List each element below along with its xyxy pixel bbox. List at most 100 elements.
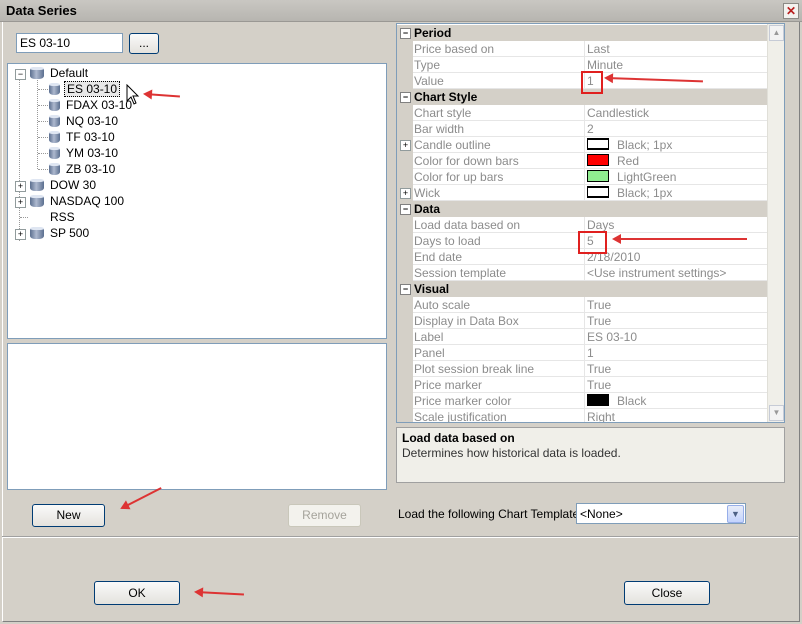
property-value[interactable]: Candlestick [584, 105, 770, 121]
property-row[interactable]: Price based on Last [397, 41, 770, 57]
category-period[interactable]: − Period [397, 25, 767, 41]
tree-node-instrument[interactable]: ES 03-10 [49, 81, 121, 97]
tree-node-label: NQ 03-10 [66, 114, 119, 128]
property-row[interactable]: Auto scale True [397, 297, 770, 313]
property-value[interactable]: Right [584, 409, 770, 422]
ok-button[interactable]: OK [94, 581, 180, 605]
chart-template-select[interactable]: <None> ▼ [576, 503, 746, 524]
swatch-label: Black [617, 394, 647, 408]
property-name: Price marker [413, 377, 584, 393]
property-value[interactable]: Minute [584, 57, 770, 73]
tree-node-instrument[interactable]: FDAX 03-10 [49, 97, 134, 113]
swatch-label: Black; 1px [617, 138, 673, 152]
property-name: Display in Data Box [413, 313, 584, 329]
property-name: Panel [413, 345, 584, 361]
tree-line [38, 105, 48, 106]
property-value[interactable]: Last [584, 41, 770, 57]
collapse-icon[interactable]: − [400, 28, 411, 39]
property-row[interactable]: Price marker True [397, 377, 770, 393]
property-row[interactable]: Display in Data Box True [397, 313, 770, 329]
new-button[interactable]: New [32, 504, 105, 527]
property-row[interactable]: + Wick Black; 1px [397, 185, 770, 201]
property-name: Candle outline [413, 137, 584, 153]
chart-template-value: <None> [580, 507, 623, 521]
tree-node-instrument[interactable]: NQ 03-10 [49, 113, 120, 129]
property-name: Label [413, 329, 584, 345]
property-row[interactable]: Color for down bars Red [397, 153, 770, 169]
database-icon [49, 83, 60, 95]
collapse-icon[interactable]: − [400, 284, 411, 295]
property-value[interactable]: True [584, 377, 770, 393]
series-list[interactable] [7, 343, 387, 490]
property-row[interactable]: Color for up bars LightGreen [397, 169, 770, 185]
tree-node-nasdaq100[interactable]: NASDAQ 100 [30, 193, 126, 209]
tree-node-label: DOW 30 [50, 178, 97, 192]
tree-node-dow30[interactable]: DOW 30 [30, 177, 98, 193]
property-row[interactable]: Chart style Candlestick [397, 105, 770, 121]
close-window-icon[interactable]: ✕ [783, 3, 799, 19]
tree-node-default[interactable]: Default [30, 65, 90, 81]
property-value[interactable]: Days [584, 217, 770, 233]
property-row[interactable]: + Candle outline Black; 1px [397, 137, 770, 153]
property-row[interactable]: Bar width 2 [397, 121, 770, 137]
browse-instrument-button[interactable]: ... [129, 33, 159, 54]
tree-node-instrument[interactable]: ZB 03-10 [49, 161, 117, 177]
property-value[interactable]: 2 [584, 121, 770, 137]
property-value[interactable]: 1 [584, 345, 770, 361]
property-value[interactable]: Black; 1px [584, 137, 770, 153]
property-name: Color for up bars [413, 169, 584, 185]
category-data[interactable]: − Data [397, 201, 767, 217]
property-value[interactable]: Black [584, 393, 770, 409]
tree-line [38, 169, 48, 170]
property-value[interactable]: True [584, 297, 770, 313]
swatch-label: Red [617, 154, 640, 168]
instrument-tree[interactable]: − Default ES 03-10 FDAX 03-10 NQ 03-10 T… [7, 63, 387, 339]
category-title: Visual [414, 282, 450, 296]
category-visual[interactable]: − Visual [397, 281, 767, 297]
property-grid-scrollbar[interactable]: ▲ ▼ [767, 24, 784, 422]
property-value[interactable]: True [584, 361, 770, 377]
tree-node-rss[interactable]: RSS [48, 209, 77, 225]
expand-icon[interactable]: + [15, 229, 26, 240]
tree-line [20, 217, 28, 218]
property-row[interactable]: Scale justification Right [397, 409, 770, 422]
tree-node-label: NASDAQ 100 [50, 194, 125, 208]
instrument-input[interactable]: ES 03-10 [16, 33, 123, 53]
tree-node-sp500[interactable]: SP 500 [30, 225, 91, 241]
property-value[interactable]: Black; 1px [584, 185, 770, 201]
property-row[interactable]: Session template <Use instrument settings… [397, 265, 770, 281]
property-value[interactable]: Red [584, 153, 770, 169]
property-value[interactable]: <Use instrument settings> [584, 265, 770, 281]
collapse-icon[interactable]: − [400, 92, 411, 103]
expand-icon[interactable]: + [400, 140, 411, 151]
expand-icon[interactable]: + [400, 188, 411, 199]
property-value[interactable]: True [584, 313, 770, 329]
collapse-icon[interactable]: − [400, 204, 411, 215]
scroll-up-icon[interactable]: ▲ [769, 25, 784, 41]
property-name: Days to load [413, 233, 584, 249]
chevron-down-icon[interactable]: ▼ [727, 505, 744, 523]
tree-node-label: TF 03-10 [66, 130, 115, 144]
property-value[interactable]: 2/18/2010 [584, 249, 770, 265]
tree-node-instrument[interactable]: TF 03-10 [49, 129, 117, 145]
chart-template-label: Load the following Chart Template: [398, 507, 583, 521]
collapse-icon[interactable]: − [15, 69, 26, 80]
tree-node-instrument[interactable]: YM 03-10 [49, 145, 120, 161]
close-button[interactable]: Close [624, 581, 710, 605]
property-name: Color for down bars [413, 153, 584, 169]
property-row[interactable]: Plot session break line True [397, 361, 770, 377]
property-value[interactable]: LightGreen [584, 169, 770, 185]
property-value[interactable]: ES 03-10 [584, 329, 770, 345]
tree-node-label: YM 03-10 [66, 146, 119, 160]
property-name: Price based on [413, 41, 584, 57]
scroll-down-icon[interactable]: ▼ [769, 405, 784, 421]
line-style-swatch [587, 138, 609, 150]
database-icon [49, 163, 60, 175]
property-row[interactable]: Price marker color Black [397, 393, 770, 409]
property-row[interactable]: Label ES 03-10 [397, 329, 770, 345]
property-row[interactable]: Panel 1 [397, 345, 770, 361]
property-name: Wick [413, 185, 584, 201]
expand-icon[interactable]: + [15, 197, 26, 208]
property-name: End date [413, 249, 584, 265]
expand-icon[interactable]: + [15, 181, 26, 192]
